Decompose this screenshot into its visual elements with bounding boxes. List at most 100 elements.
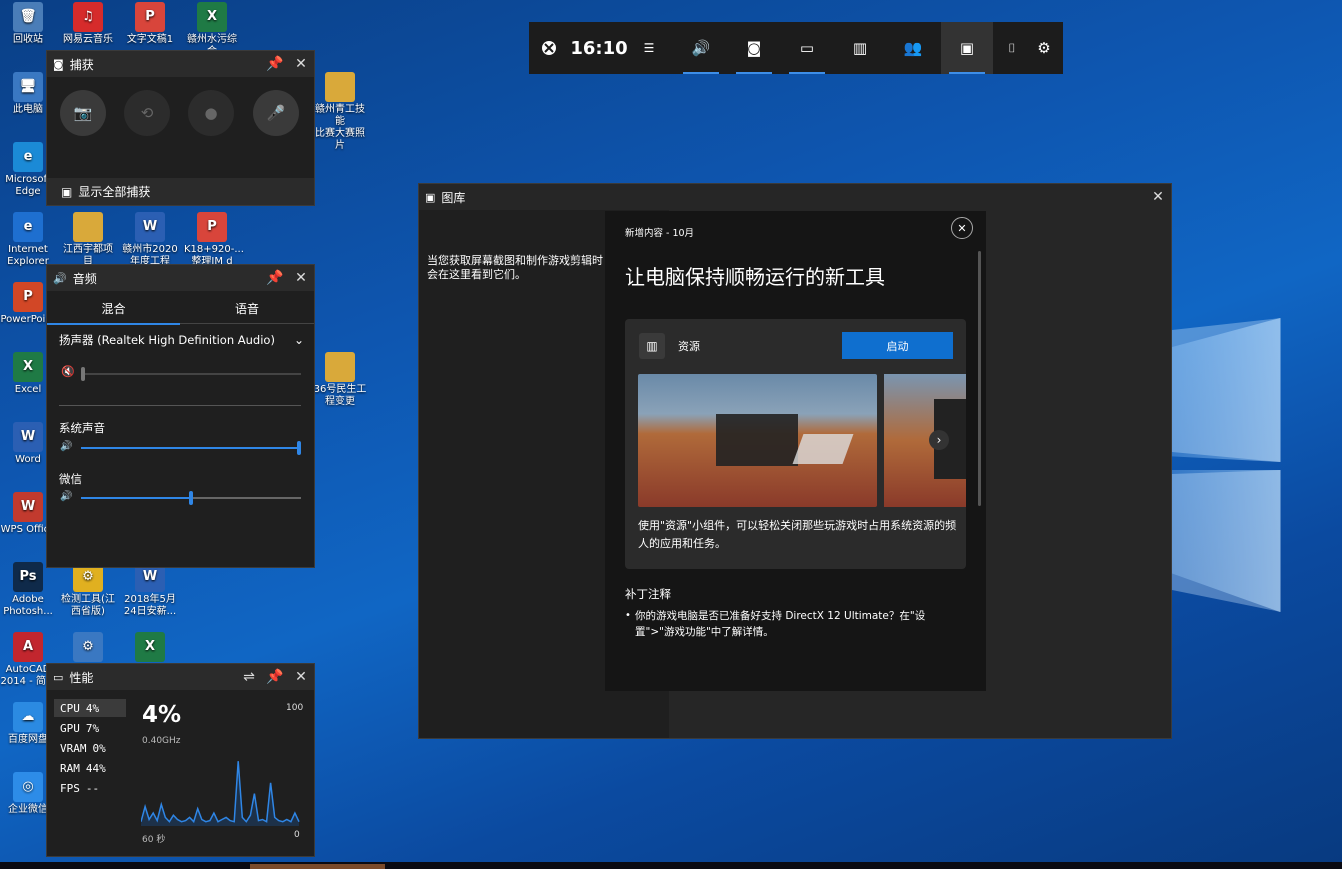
- options-icon[interactable]: ⇌: [236, 664, 262, 690]
- perf-row-label: GPU: [60, 721, 80, 735]
- desktop-icon-tool[interactable]: ⚙ 检测工具(江 西省版): [60, 562, 116, 618]
- resource-card: ▥ 资源 启动 › 使用"资源"小组件，可以轻松关闭那些玩游戏时占用系统资源的频…: [625, 319, 966, 569]
- desktop-icon-netease[interactable]: ♫ 网易云音乐: [60, 2, 116, 46]
- wechat-volume-slider[interactable]: [81, 491, 301, 505]
- perf-row-label: FPS: [60, 781, 80, 795]
- close-icon[interactable]: ✕: [288, 664, 314, 690]
- perf-row-value: 7%: [85, 721, 100, 735]
- perf-row-ram[interactable]: RAM 44%: [54, 759, 126, 777]
- resources-icon: ▥: [639, 333, 665, 359]
- capture-title: 捕获: [69, 57, 94, 72]
- close-icon[interactable]: ✕: [1145, 184, 1171, 210]
- device-select[interactable]: 扬声器 (Realtek High Definition Audio) ⌄: [59, 331, 304, 349]
- cpu-series-line: [141, 761, 300, 824]
- social-widget-icon[interactable]: 👥: [887, 22, 939, 74]
- perf-row-cpu[interactable]: CPU 4%: [54, 699, 126, 717]
- perf-row-label: VRAM: [60, 741, 87, 755]
- xbox-icon[interactable]: [529, 22, 569, 74]
- gallery-icon: ▣: [425, 190, 436, 204]
- capture-panel: ◙ 捕获 📌 ✕ 📷 ⟲ ● 🎤 ▣ 显示全部捕获: [47, 51, 314, 205]
- next-arrow-button[interactable]: ›: [929, 430, 949, 450]
- mic-toggle-button[interactable]: 🎤: [253, 90, 299, 136]
- app-name-wechat: 微信: [59, 472, 82, 486]
- pin-icon[interactable]: 📌: [262, 664, 288, 690]
- show-all-captures-link[interactable]: ▣ 显示全部捕获: [47, 178, 314, 205]
- gallery-icon: ▣: [61, 184, 73, 199]
- device-name: 扬声器 (Realtek High Definition Audio): [59, 333, 275, 347]
- device-volume-slider[interactable]: [81, 367, 301, 381]
- audio-widget-icon[interactable]: 🔊: [675, 22, 727, 74]
- edge-icon: e: [13, 142, 43, 172]
- close-icon[interactable]: ✕: [288, 265, 314, 291]
- whatsnew-panel: 新增内容 - 10月 ✕ 让电脑保持顺畅运行的新工具 ▥ 资源 启动 › 使用"…: [605, 211, 986, 691]
- slider-thumb[interactable]: [81, 367, 85, 381]
- desktop-icon-app-2[interactable]: ⚙: [60, 632, 116, 664]
- speaker-icon: 🔊: [53, 271, 67, 285]
- desktop-icon-label: 回收站: [13, 34, 43, 45]
- desktop-icon-ie[interactable]: e Internet Explorer: [0, 212, 56, 268]
- desktop-icon-xls-2[interactable]: X: [122, 632, 178, 664]
- perf-row-value: 44%: [85, 761, 106, 775]
- tab-voice[interactable]: 语音: [180, 293, 314, 324]
- perf-time-label: 60 秒: [142, 835, 166, 845]
- desktop-icon-word-2[interactable]: W 2018年5月 24日安薪...: [122, 562, 178, 618]
- mouse-icon[interactable]: ⌷: [999, 22, 1025, 74]
- launch-button[interactable]: 启动: [842, 332, 953, 359]
- resource-card-title: 资源: [678, 340, 700, 353]
- desktop-icon-label: 36号民生工 程变更: [313, 384, 367, 407]
- desktop-icon-folder-3[interactable]: 36号民生工 程变更: [312, 352, 368, 408]
- close-button[interactable]: ✕: [951, 217, 973, 239]
- desktop-icon-recycle[interactable]: 🗑 回收站: [0, 2, 56, 46]
- tab-mix[interactable]: 混合: [47, 293, 180, 325]
- settings-icon[interactable]: ⚙: [1029, 22, 1059, 74]
- record-last-button[interactable]: ⟲: [124, 90, 170, 136]
- system-volume-slider[interactable]: [81, 441, 301, 455]
- desktop-icon-folder-2[interactable]: 江西宇都项目: [60, 212, 116, 268]
- gallery-empty-text: 当您获取屏幕截图和制作游戏剪辑时 会在这里看到它们。: [427, 254, 603, 281]
- chevron-down-icon: ⌄: [293, 333, 304, 347]
- slider-thumb[interactable]: [297, 441, 301, 455]
- desktop-icon-pdf-1[interactable]: P K18+920-... 整理IM d: [184, 212, 244, 268]
- desktop-icon-xls-1[interactable]: X赣州水污综合: [184, 2, 240, 58]
- perf-row-fps[interactable]: FPS --: [54, 779, 126, 797]
- netease-icon: ♫: [73, 2, 103, 32]
- menu-icon[interactable]: ☰: [633, 22, 665, 74]
- excel-icon: X: [13, 352, 43, 382]
- speaker-icon[interactable]: 🔊: [60, 441, 72, 452]
- gallery-widget-icon[interactable]: ▣: [941, 22, 993, 74]
- audio-title: 音频: [72, 271, 97, 286]
- perf-row-vram[interactable]: VRAM 0%: [54, 739, 126, 757]
- desktop-icon-label: 赣州青工技能 比赛大赛照片: [315, 104, 365, 151]
- folder-1-icon: [325, 72, 355, 102]
- pin-icon[interactable]: 📌: [262, 265, 288, 291]
- game-bar: 16:10 ☰ 🔊 ◙ ▭ ▥ 👥 ▣ ⌷ ⚙: [529, 22, 1063, 74]
- perf-row-label: CPU: [60, 701, 80, 715]
- capture-titlebar: ◙ 捕获 📌 ✕: [47, 51, 314, 77]
- whatsnew-heading: 让电脑保持顺畅运行的新工具: [625, 265, 885, 289]
- folder-3-icon: [325, 352, 355, 382]
- screenshot-button[interactable]: 📷: [60, 90, 106, 136]
- speaker-icon[interactable]: 🔊: [60, 491, 72, 502]
- close-icon[interactable]: ✕: [288, 51, 314, 77]
- desktop-icon-label: 2018年5月 24日安薪...: [123, 594, 177, 617]
- perf-row-gpu[interactable]: GPU 7%: [54, 719, 126, 737]
- preview-overlay: [716, 414, 798, 466]
- performance-widget-icon[interactable]: ▭: [781, 22, 833, 74]
- desktop-icon-wps-doc1[interactable]: P 文字文稿1: [122, 2, 178, 46]
- resources-widget-icon[interactable]: ▥: [834, 22, 886, 74]
- desktop-icon-ps[interactable]: Ps Adobe Photosh...: [0, 562, 56, 618]
- audio-titlebar: 🔊 音频 📌 ✕: [47, 265, 314, 291]
- gallery-titlebar: ▣ 图库 ✕: [419, 184, 1171, 210]
- slider-thumb[interactable]: [189, 491, 193, 505]
- folder-2-icon: [73, 212, 103, 242]
- desktop-icon-label: 网易云音乐: [63, 34, 113, 45]
- baidu-icon: ☁: [13, 702, 43, 732]
- desktop-icon-folder-1[interactable]: 赣州青工技能 比赛大赛照片: [312, 72, 368, 152]
- pin-icon[interactable]: 📌: [262, 51, 288, 77]
- whatsnew-tag: 新增内容 - 10月: [625, 228, 695, 239]
- muted-speaker-icon[interactable]: 🔇: [61, 365, 75, 378]
- scrollbar[interactable]: [978, 251, 981, 506]
- perf-row-label: RAM: [60, 761, 80, 775]
- capture-widget-icon[interactable]: ◙: [728, 22, 780, 74]
- record-button[interactable]: ●: [188, 90, 234, 136]
